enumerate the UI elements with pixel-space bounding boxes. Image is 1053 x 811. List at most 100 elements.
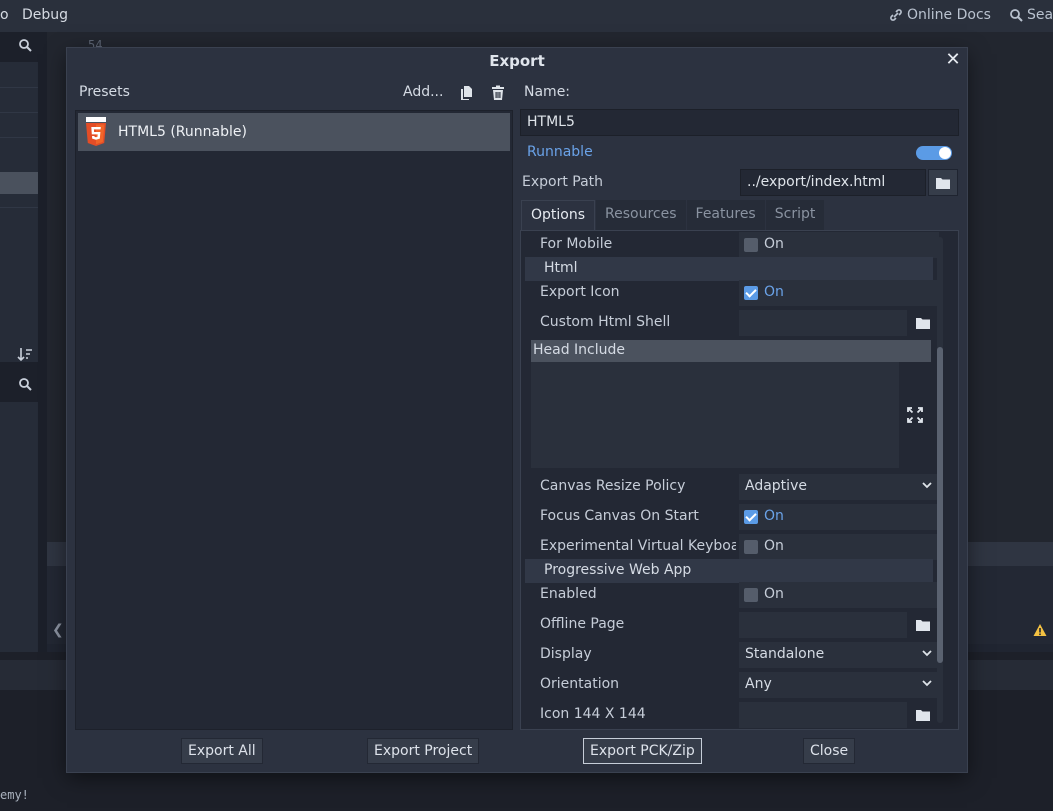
- option-orientation: Orientation Any: [530, 671, 939, 699]
- folder-icon: [916, 620, 930, 631]
- option-label: Head Include: [533, 342, 626, 358]
- dialog-title: Export: [489, 52, 545, 70]
- option-label: Custom Html Shell: [540, 314, 671, 330]
- menu-bar: o Debug Online Docs Sear: [0, 0, 1053, 32]
- head-include-header: Head Include: [531, 340, 931, 362]
- trash-icon[interactable]: [489, 84, 507, 102]
- checkbox-checked-icon: [744, 510, 758, 524]
- option-for-mobile: For Mobile On: [530, 231, 939, 259]
- runnable-label[interactable]: Runnable: [527, 144, 593, 160]
- option-label: Enabled: [540, 586, 597, 602]
- export-path-label: Export Path: [522, 174, 604, 190]
- checkbox-text: On: [764, 284, 784, 300]
- expand-editor-button[interactable]: [899, 362, 931, 468]
- filter-search-icon[interactable]: [18, 377, 32, 391]
- divider: [0, 112, 38, 113]
- option-virtual-keyboard: Experimental Virtual Keyboar On: [530, 533, 939, 561]
- export-dialog: Export ✕ Presets Add... HTML5 (Runnable)…: [67, 48, 967, 772]
- chevron-left-icon[interactable]: ❮: [52, 622, 64, 638]
- duplicate-icon[interactable]: [458, 84, 476, 102]
- custom-html-shell-browse-button[interactable]: [907, 310, 939, 336]
- checkbox-text: On: [764, 236, 784, 252]
- options-tabs: Options Resources Features Script: [521, 200, 958, 230]
- search-icon[interactable]: [18, 38, 32, 52]
- export-icon-checkbox[interactable]: On: [739, 280, 939, 306]
- console-output: emy!: [0, 788, 29, 802]
- option-label: For Mobile: [540, 236, 613, 252]
- runnable-toggle[interactable]: [916, 146, 952, 160]
- head-include-textarea[interactable]: [531, 362, 899, 468]
- search-help-icon: [1010, 9, 1023, 22]
- section-progressive-web-app: Progressive Web App: [525, 559, 933, 583]
- folder-icon: [936, 177, 950, 189]
- tab-script[interactable]: Script: [765, 200, 825, 230]
- chevron-down-icon: [922, 650, 932, 657]
- option-label: Offline Page: [540, 616, 625, 632]
- toggle-knob: [939, 147, 951, 159]
- selected-file-row[interactable]: [0, 172, 38, 194]
- tab-resources[interactable]: Resources: [596, 200, 686, 230]
- scrollbar-thumb[interactable]: [937, 347, 943, 663]
- option-export-icon: Export Icon On: [530, 279, 939, 307]
- option-enabled: Enabled On: [530, 581, 939, 609]
- add-preset-button[interactable]: Add...: [403, 84, 443, 100]
- tab-features[interactable]: Features: [686, 200, 765, 230]
- options-panel: For Mobile On Html Export Icon On Custom…: [520, 230, 959, 730]
- divider: [0, 207, 38, 208]
- display-select[interactable]: Standalone: [739, 642, 939, 668]
- menu-item-partial[interactable]: o: [0, 7, 9, 23]
- offline-page-browse-button[interactable]: [907, 612, 939, 638]
- section-html: Html: [525, 257, 933, 281]
- preset-item-html5[interactable]: HTML5 (Runnable): [78, 113, 510, 151]
- virtual-keyboard-checkbox[interactable]: On: [739, 534, 939, 560]
- checkbox-icon: [744, 540, 758, 554]
- close-button[interactable]: Close: [803, 738, 856, 764]
- warning-icon[interactable]: [1033, 623, 1047, 637]
- select-value: Adaptive: [745, 478, 807, 494]
- export-pck-zip-button[interactable]: Export PCK/Zip: [583, 738, 702, 764]
- online-docs-label: Online Docs: [907, 7, 991, 23]
- scene-panel: [0, 402, 38, 652]
- close-icon[interactable]: ✕: [943, 49, 963, 73]
- focus-canvas-checkbox[interactable]: On: [739, 504, 939, 530]
- link-icon: [890, 9, 902, 21]
- option-label: Export Icon: [540, 284, 620, 300]
- tab-options[interactable]: Options: [521, 200, 596, 230]
- menu-item-debug[interactable]: Debug: [22, 7, 68, 23]
- option-label: Experimental Virtual Keyboar: [540, 538, 736, 554]
- offline-page-input[interactable]: [739, 612, 907, 638]
- option-focus-canvas: Focus Canvas On Start On: [530, 503, 939, 531]
- orientation-select[interactable]: Any: [739, 672, 939, 698]
- chevron-down-icon: [922, 680, 932, 687]
- checkbox-text: On: [764, 538, 784, 554]
- options-scrollbar[interactable]: [937, 237, 943, 723]
- export-all-button[interactable]: Export All: [181, 738, 263, 764]
- custom-html-shell-input[interactable]: [739, 310, 907, 336]
- chevron-down-icon: [922, 482, 932, 489]
- section-title: Progressive Web App: [544, 562, 692, 578]
- for-mobile-checkbox[interactable]: On: [739, 232, 939, 258]
- checkbox-checked-icon: [744, 286, 758, 300]
- select-value: Any: [745, 676, 772, 692]
- checkbox-text: On: [764, 508, 784, 524]
- option-canvas-resize-policy: Canvas Resize Policy Adaptive: [530, 473, 939, 501]
- search-help-button[interactable]: Sear: [1009, 7, 1053, 23]
- preset-name-input[interactable]: HTML5: [520, 109, 959, 136]
- folder-icon: [916, 710, 930, 721]
- sort-icon[interactable]: [17, 346, 33, 362]
- icon-144-browse-button[interactable]: [907, 702, 939, 728]
- option-display: Display Standalone: [530, 641, 939, 669]
- left-dock: [0, 32, 47, 652]
- export-project-button[interactable]: Export Project: [367, 738, 480, 764]
- enabled-checkbox[interactable]: On: [739, 582, 939, 608]
- html5-icon: [86, 117, 106, 146]
- online-docs-link[interactable]: Online Docs: [889, 7, 991, 23]
- option-icon-144: Icon 144 X 144: [530, 701, 930, 729]
- icon-144-input[interactable]: [739, 702, 907, 728]
- export-path-input[interactable]: ../export/index.html: [740, 169, 926, 196]
- export-path-browse-button[interactable]: [928, 169, 958, 196]
- option-offline-page: Offline Page: [530, 611, 930, 639]
- presets-label: Presets: [79, 84, 130, 100]
- search-help-label: Sear: [1027, 7, 1053, 23]
- canvas-resize-policy-select[interactable]: Adaptive: [739, 474, 939, 500]
